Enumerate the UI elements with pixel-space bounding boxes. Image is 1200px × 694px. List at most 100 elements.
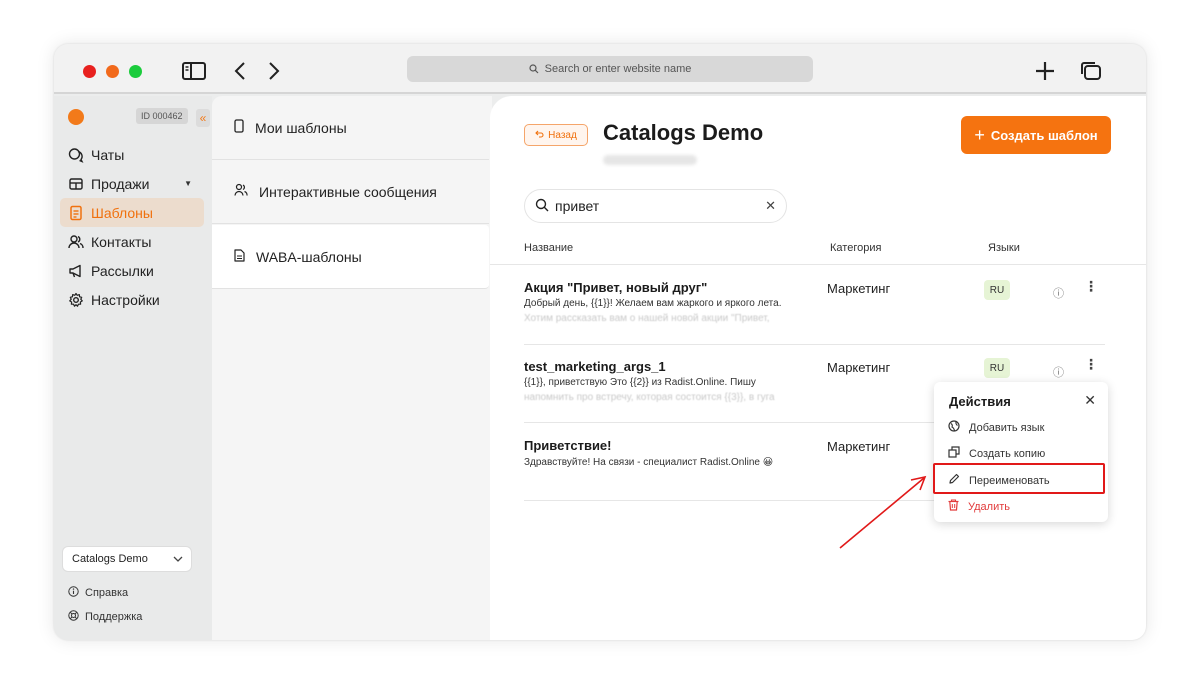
template-category: Маркетинг [827,281,891,296]
trash-icon [948,499,959,514]
page-subtitle-redacted [603,155,697,165]
sidebar-item-label: Настройки [91,291,160,308]
action-add-language[interactable]: Добавить язык [948,420,1044,435]
project-select[interactable]: Catalogs Demo [62,546,192,572]
main-panel: Назад Catalogs Demo + Создать шаблон при… [490,96,1146,640]
submenu-item-label: WABA-шаблоны [256,248,362,265]
back-label: Назад [548,129,577,141]
sidebar-item-label: Продажи [91,175,150,192]
search-input[interactable]: привет ✕ [524,189,787,223]
template-description: Здравствуйте! На связи - специалист Radi… [524,457,774,468]
actions-popup: Действия ✕ Добавить язык Создать копию П… [934,382,1108,522]
search-value: привет [555,198,600,214]
back-arrow-icon [535,130,544,141]
more-options-icon[interactable]: ⋮ [1084,356,1098,373]
submenu-item-my-templates[interactable]: Мои шаблоны [212,96,489,160]
clear-search-icon[interactable]: ✕ [765,198,776,214]
globe-icon [948,420,960,435]
create-template-button[interactable]: + Создать шаблон [961,116,1111,154]
popup-title: Действия [949,394,1011,409]
template-description: {{1}}, приветствую Это {{2}} из Radist.O… [524,377,756,388]
app-sidebar: ID 000462 « Чаты Продажи ▼ Шаблоны Конта… [54,96,212,640]
search-icon [535,198,549,215]
sidebar-toggle-icon[interactable] [180,58,208,84]
new-tab-icon[interactable] [1031,58,1059,84]
chevron-down-icon [173,554,183,565]
info-icon[interactable]: ⓘ [1053,364,1064,380]
forward-navigation-icon[interactable] [260,58,288,84]
support-link[interactable]: Поддержка [68,610,142,624]
submenu-item-label: Интерактивные сообщения [259,183,437,200]
sidebar-item-label: Контакты [91,233,152,250]
sidebar-item-label: Рассылки [91,262,154,279]
copy-icon [948,446,960,461]
tabs-overview-icon[interactable] [1077,58,1105,84]
sidebar-item-broadcasts[interactable]: Рассылки [60,256,204,285]
template-description: Добрый день, {{1}}! Желаем вам жаркого и… [524,298,782,309]
plus-icon: + [974,124,985,145]
address-bar[interactable]: Search or enter website name [407,56,813,82]
template-category: Маркетинг [827,360,891,375]
support-label: Поддержка [85,611,143,623]
maximize-window-button[interactable] [129,65,142,78]
caret-down-icon: ▼ [184,179,192,188]
sales-icon [68,176,84,192]
template-category: Маркетинг [827,439,891,454]
gear-icon [68,292,84,308]
chat-icon [68,147,84,163]
account-id-badge: ID 000462 [136,108,188,124]
action-label: Добавить язык [969,421,1045,434]
contacts-icon [68,234,84,250]
submenu-item-interactive-messages[interactable]: Интерактивные сообщения [212,160,489,224]
collapse-sidebar-button[interactable]: « [196,109,210,127]
sidebar-item-templates[interactable]: Шаблоны [60,198,204,227]
address-placeholder: Search or enter website name [544,63,692,75]
action-create-copy[interactable]: Создать копию [948,446,1045,461]
action-label: Удалить [968,500,1010,513]
help-label: Справка [85,587,129,599]
browser-titlebar: Search or enter website name [54,44,1146,94]
sidebar-item-settings[interactable]: Настройки [60,285,204,314]
row-divider [524,344,1105,345]
sidebar-item-contacts[interactable]: Контакты [60,227,204,256]
lifebuoy-icon [68,610,79,624]
template-description-more: напомнить про встречу, которая состоится… [524,392,775,403]
column-header-category: Категория [830,242,882,254]
info-circle-icon [68,586,79,600]
sidebar-item-sales[interactable]: Продажи ▼ [60,169,204,198]
info-icon[interactable]: ⓘ [1053,285,1064,301]
users-icon [234,183,248,200]
browser-window: Search or enter website name ID 000462 «… [54,44,1146,640]
action-label: Создать копию [969,447,1046,460]
rename-highlight-box [933,463,1105,494]
phone-icon [234,119,244,136]
broadcast-icon [68,263,84,279]
column-header-languages: Языки [988,242,1020,254]
template-description-more: Хотим рассказать вам о нашей новой акции… [524,313,770,324]
templates-submenu: Мои шаблоны Интерактивные сообщения WABA… [212,96,492,640]
submenu-item-waba-templates[interactable]: WABA-шаблоны [212,225,489,289]
close-window-button[interactable] [83,65,96,78]
project-select-value: Catalogs Demo [72,553,148,565]
back-navigation-icon[interactable] [226,58,254,84]
app-logo [68,109,84,125]
back-button[interactable]: Назад [524,124,588,146]
help-link[interactable]: Справка [68,586,128,600]
more-options-icon[interactable]: ⋮ [1084,278,1098,295]
language-badge: RU [984,358,1010,378]
template-title: Акция "Привет, новый друг" [524,280,708,295]
search-icon [529,64,539,74]
close-icon[interactable]: ✕ [1084,392,1096,409]
column-header-name: Название [524,242,574,254]
sidebar-item-label: Чаты [91,146,125,163]
create-template-label: Создать шаблон [990,127,1098,143]
table-header-divider [490,264,1146,265]
submenu-item-label: Мои шаблоны [255,119,347,136]
template-title: Приветствие! [524,438,612,453]
main-nav: Чаты Продажи ▼ Шаблоны Контакты Рассылки… [60,140,204,314]
language-badge: RU [984,280,1010,300]
sidebar-item-chats[interactable]: Чаты [60,140,204,169]
action-delete[interactable]: Удалить [948,499,1010,514]
template-title: test_marketing_args_1 [524,359,666,374]
minimize-window-button[interactable] [106,65,119,78]
